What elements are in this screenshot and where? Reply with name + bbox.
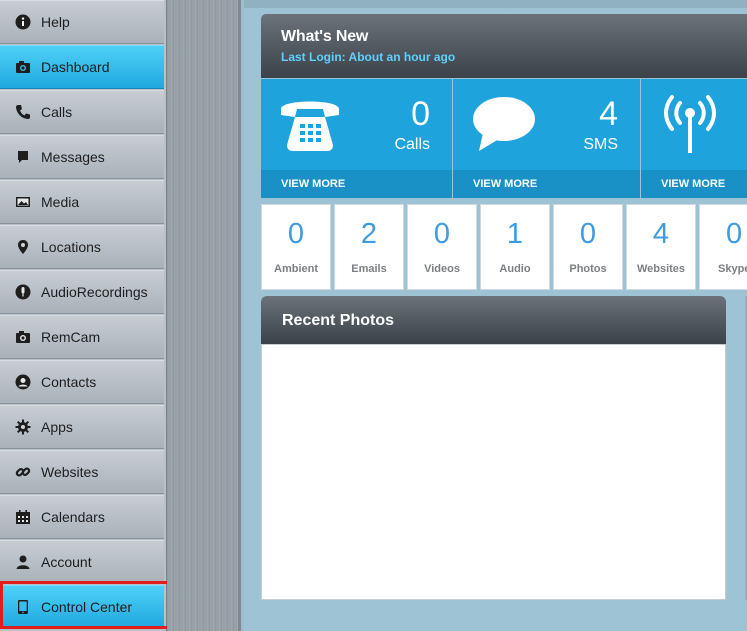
gear-icon [14, 418, 32, 436]
info-icon [14, 13, 32, 31]
sidebar-item-dashboard[interactable]: Dashboard [0, 45, 164, 89]
stat-value: 0 [433, 218, 451, 250]
sidebar-item-contacts[interactable]: Contacts [0, 360, 164, 404]
stat-label: Ambient [274, 263, 318, 275]
recent-photos-panel [261, 344, 726, 600]
stat-value: 0 [579, 218, 597, 250]
signal-tile[interactable]: VIEW MORE [641, 79, 747, 198]
sidebar-item-apps[interactable]: Apps [0, 405, 164, 449]
whats-new-title: What's New [281, 28, 369, 45]
sidebar-item-control-center[interactable]: Control Center [0, 585, 164, 629]
stat-skype[interactable]: 0 Skype [699, 204, 747, 290]
stat-label: Websites [636, 263, 686, 275]
sidebar-item-audiorecordings[interactable]: AudioRecordings [0, 270, 164, 314]
calendar-icon [14, 508, 32, 526]
sidebar-item-label: Contacts [41, 374, 97, 390]
sidebar-item-account[interactable]: Account [0, 540, 164, 584]
contact-icon [14, 373, 32, 391]
brushed-metal-divider [167, 0, 241, 631]
map-pin-icon [14, 238, 32, 256]
sidebar-item-websites[interactable]: Websites [0, 450, 164, 494]
sidebar-item-locations[interactable]: Locations [0, 225, 164, 269]
sidebar: Help Dashboard Calls Messages Media Loca… [0, 0, 167, 631]
sms-tile[interactable]: 4 SMS VIEW MORE [453, 79, 640, 198]
microphone-icon [14, 283, 32, 301]
sidebar-item-label: Locations [41, 239, 101, 255]
camera-icon [14, 328, 32, 346]
sidebar-item-calendars[interactable]: Calendars [0, 495, 164, 539]
sidebar-item-label: Messages [41, 149, 105, 165]
stat-value: 1 [506, 218, 524, 250]
phone-icon [14, 103, 32, 121]
antenna-icon [659, 93, 721, 155]
tablet-icon [14, 598, 32, 616]
sms-label: SMS [583, 136, 618, 153]
link-icon [14, 463, 32, 481]
user-icon [14, 553, 32, 571]
sidebar-item-label: Calls [41, 104, 73, 120]
stat-label: Photos [569, 263, 607, 275]
camera-icon [14, 58, 32, 76]
stat-photos[interactable]: 0 Photos [553, 204, 623, 290]
stat-label: Skype [718, 263, 747, 275]
image-icon [14, 193, 32, 211]
recent-photos-title: Recent Photos [282, 312, 395, 329]
stat-value: 0 [726, 218, 743, 250]
speech-bubble-icon [14, 148, 32, 166]
sidebar-item-label: Calendars [41, 509, 105, 525]
sidebar-item-label: Control Center [41, 599, 133, 615]
sidebar-item-media[interactable]: Media [0, 180, 164, 224]
top-strip [244, 0, 747, 8]
sidebar-item-label: Dashboard [41, 59, 110, 75]
sidebar-item-calls[interactable]: Calls [0, 90, 164, 134]
sms-count: 4 [599, 95, 618, 133]
sidebar-item-messages[interactable]: Messages [0, 135, 164, 179]
stat-emails[interactable]: 2 Emails [334, 204, 404, 290]
signal-view-more-link[interactable]: VIEW MORE [641, 170, 747, 198]
stat-value: 2 [360, 218, 378, 250]
stat-value: 0 [287, 218, 305, 250]
whats-new-header: What's New Last Login: About an hour ago [261, 14, 747, 78]
sidebar-item-label: AudioRecordings [41, 284, 148, 300]
calls-count: 0 [411, 95, 430, 133]
sidebar-item-help[interactable]: Help [0, 0, 164, 44]
sidebar-item-remcam[interactable]: RemCam [0, 315, 164, 359]
sms-view-more-link[interactable]: VIEW MORE [453, 170, 640, 198]
sidebar-item-label: Account [41, 554, 92, 570]
recent-photos-header: Recent Photos [261, 296, 726, 344]
sidebar-item-label: Media [41, 194, 80, 210]
calls-view-more-link[interactable]: VIEW MORE [261, 170, 452, 198]
calls-tile[interactable]: 0 Calls VIEW MORE [261, 79, 452, 198]
stat-videos[interactable]: 0 Videos [407, 204, 477, 290]
calls-label: Calls [394, 136, 430, 153]
stat-audio[interactable]: 1 Audio [480, 204, 550, 290]
stat-label: Emails [351, 263, 387, 275]
stat-ambient[interactable]: 0 Ambient [261, 204, 331, 290]
main-content: What's New Last Login: About an hour ago… [244, 0, 747, 631]
sidebar-item-label: Help [41, 14, 70, 30]
sidebar-item-label: Apps [41, 419, 73, 435]
chat-bubble-icon [471, 95, 537, 153]
last-login-text: Last Login: About an hour ago [281, 50, 456, 64]
stat-label: Videos [424, 263, 460, 275]
stat-value: 4 [652, 218, 670, 250]
stat-websites[interactable]: 4 Websites [626, 204, 696, 290]
sidebar-item-label: Websites [41, 464, 99, 480]
sidebar-item-label: RemCam [41, 329, 101, 345]
telephone-icon [277, 93, 343, 153]
stat-label: Audio [499, 263, 531, 275]
